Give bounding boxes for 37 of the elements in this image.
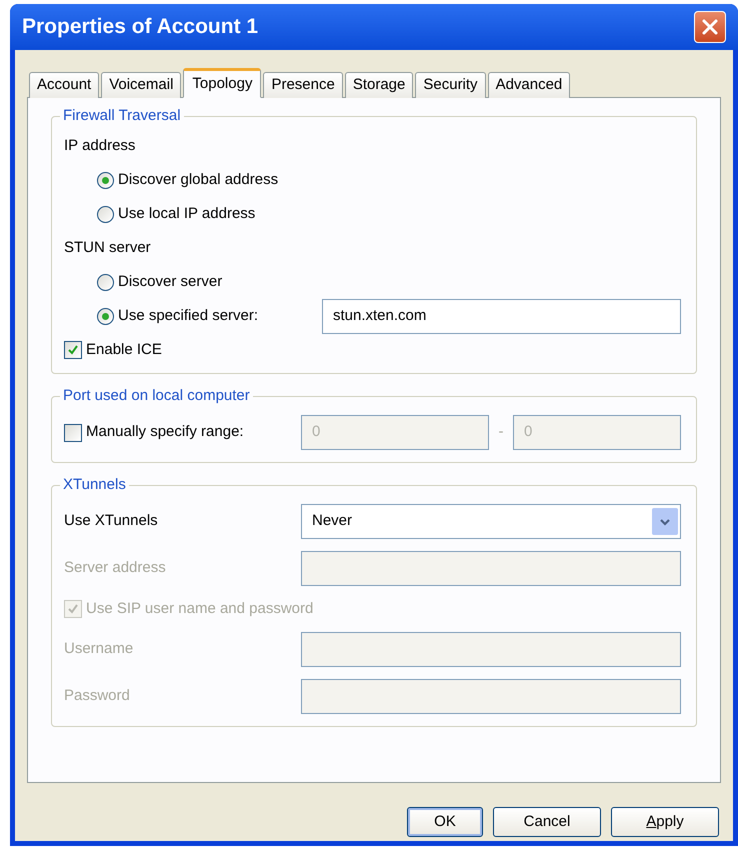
tab[interactable]: Advanced — [488, 72, 570, 98]
section-label: IP address — [64, 136, 136, 156]
checkbox-label: Manually specify range: — [86, 422, 245, 442]
radio-button[interactable] — [97, 206, 114, 222]
tab[interactable]: Storage — [344, 72, 414, 98]
checkbox-label: Enable ICE — [86, 340, 162, 360]
tab[interactable]: Security — [415, 72, 486, 98]
field-label: Username — [64, 639, 134, 660]
field-label: Password — [64, 686, 131, 706]
checkbox[interactable] — [64, 341, 82, 359]
dialog-button[interactable]: Cancel — [493, 807, 601, 837]
stun-server-field[interactable]: stun.xten.com — [322, 298, 681, 334]
radio-label: Use local IP address — [118, 204, 256, 224]
dropdown[interactable]: Never — [301, 504, 681, 539]
dialog-button[interactable]: OK — [407, 807, 483, 837]
radio-label: Discover server — [118, 272, 224, 292]
window-title: Properties of Account 1 — [22, 14, 258, 40]
radio-button[interactable] — [97, 172, 114, 188]
radio-label: Discover global address — [118, 170, 280, 190]
check-icon — [67, 603, 79, 615]
radio-button[interactable] — [97, 308, 114, 324]
close-icon — [701, 18, 719, 36]
range-separator: - — [498, 422, 504, 442]
field-label: Server address — [64, 558, 167, 578]
tab[interactable]: Presence — [263, 72, 343, 98]
dialog-button[interactable]: Apply — [611, 807, 719, 837]
field-label: Use XTunnels — [64, 511, 159, 532]
section-label: STUN server — [64, 238, 152, 258]
checkbox-label: Use SIP user name and password — [86, 598, 314, 619]
tab[interactable]: Voicemail — [101, 72, 182, 98]
tab[interactable]: Topology — [183, 68, 262, 98]
tab[interactable]: Account — [29, 72, 100, 98]
close-button[interactable] — [694, 11, 726, 43]
radio-label: Use specified server: — [118, 306, 260, 326]
group-title: Port used on local computer — [60, 386, 253, 406]
radio-button[interactable] — [97, 274, 114, 290]
check-icon — [67, 344, 79, 356]
